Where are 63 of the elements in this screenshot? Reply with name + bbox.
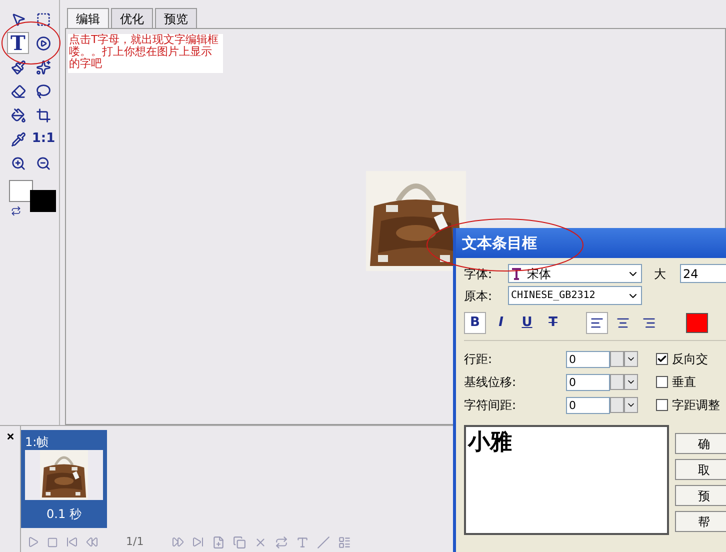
- checkbox[interactable]: [656, 376, 668, 388]
- dialog-button[interactable]: 取: [675, 459, 726, 480]
- dialog-title: 文本条目框: [456, 228, 726, 258]
- dropdown-button[interactable]: [624, 397, 638, 413]
- script-label: 原本:: [464, 288, 494, 304]
- foreground-color-swatch[interactable]: [9, 180, 33, 202]
- checkbox[interactable]: [656, 399, 668, 411]
- style-button[interactable]: B: [464, 312, 486, 334]
- paint-bucket-icon: [10, 108, 26, 122]
- option-label: 反向交: [671, 351, 708, 368]
- dialog-button[interactable]: 帮: [675, 511, 726, 532]
- annotation-ellipse: [0, 20, 62, 66]
- size-label: 大: [653, 266, 667, 282]
- field-label: 基线位移:: [464, 374, 518, 391]
- align-icon: [616, 316, 630, 330]
- sparkle-icon: [36, 60, 51, 74]
- tab[interactable]: 编辑: [67, 8, 109, 28]
- spin-field[interactable]: 0: [566, 350, 610, 368]
- spin-field[interactable]: 0: [566, 396, 610, 414]
- frame-delay: 0.1 秒: [46, 506, 82, 523]
- checkbox[interactable]: [656, 353, 668, 365]
- zoom-out-icon: [36, 156, 51, 170]
- pointer-icon: [10, 12, 26, 26]
- style-button[interactable]: U: [516, 312, 538, 334]
- style-button[interactable]: T: [542, 312, 564, 334]
- size-dropdown[interactable]: 24: [680, 264, 726, 283]
- brush-icon: [10, 60, 26, 74]
- font-icon: [511, 268, 522, 280]
- text-input[interactable]: 小雅: [464, 425, 669, 535]
- lasso-icon: [36, 84, 51, 98]
- option-label: 字距调整: [671, 397, 720, 414]
- script-dropdown[interactable]: CHINESE_GB2312: [508, 286, 642, 305]
- field-label: 字符间距:: [464, 397, 518, 414]
- close-icon[interactable]: [6, 432, 14, 441]
- align-button[interactable]: [586, 312, 608, 334]
- crop-icon: [36, 108, 51, 122]
- frame-label: 1:帧: [25, 434, 50, 450]
- tool-button[interactable]: T: [7, 32, 29, 54]
- dialog-button[interactable]: 确: [675, 433, 726, 454]
- swap-icon: [11, 206, 21, 216]
- align-icon: [590, 316, 604, 330]
- dropdown-button[interactable]: [624, 374, 638, 390]
- tool-button[interactable]: 1:1: [32, 128, 54, 150]
- dropdown-button[interactable]: [624, 351, 638, 367]
- tab[interactable]: 预览: [155, 8, 197, 28]
- frame-counter: 1/1: [125, 534, 145, 550]
- frame-thumbnail[interactable]: 1:帧 0.1 秒: [21, 430, 107, 528]
- spin-field[interactable]: 0: [566, 374, 610, 390]
- field-label: 行距:: [464, 351, 494, 368]
- background-color-swatch[interactable]: [30, 190, 56, 212]
- font-label: 字体:: [464, 266, 494, 282]
- eyedropper-icon: [10, 132, 26, 146]
- style-button[interactable]: I: [490, 312, 512, 334]
- color-swatch[interactable]: [686, 313, 708, 333]
- tab[interactable]: 优化: [111, 8, 153, 28]
- dialog-button[interactable]: 预: [675, 485, 726, 506]
- option-label: 垂直: [671, 374, 696, 391]
- eraser-icon: [10, 84, 26, 98]
- play-icon: [36, 36, 51, 50]
- zoom-in-icon: [10, 156, 26, 170]
- annotation-text: 点击T字母，就出现文字编辑框喽。。打上你想在图片上显示的字吧: [68, 34, 223, 73]
- select-icon: [36, 12, 51, 26]
- align-icon: [642, 316, 656, 330]
